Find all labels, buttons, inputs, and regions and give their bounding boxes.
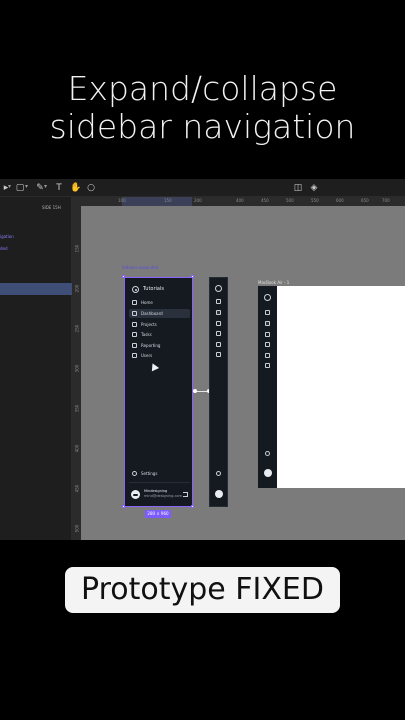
ruler-tick: 650 [361, 198, 369, 203]
chevron-down-icon[interactable]: ▾ [44, 183, 47, 190]
expanded-sidebar-frame[interactable]: Tutorials Home Dashboard Projects Tasks … [124, 277, 193, 507]
users-icon [132, 353, 137, 358]
nav-item-label: Tasks [141, 332, 152, 337]
tasks-icon[interactable] [216, 331, 221, 336]
layers-panel: SIDE 15H igation ded [0, 197, 72, 540]
ruler-tick: 450 [74, 484, 80, 493]
home-icon [132, 300, 137, 305]
flag-icon[interactable] [216, 342, 221, 347]
ruler-tick: 600 [336, 198, 344, 203]
toolbar: ▸ ▾ ▢ ▾ ✎ ▾ T ✋ ○ ◫ ◈ [0, 179, 405, 197]
ruler-tick: 200 [194, 198, 202, 203]
ruler-tick: 450 [261, 198, 269, 203]
logo-icon [215, 285, 222, 292]
ruler-tick: 400 [236, 198, 244, 203]
text-tool-icon[interactable]: T [54, 183, 64, 193]
component-icon[interactable]: ◫ [293, 183, 303, 193]
collapsed-sidebar-frame[interactable] [209, 277, 228, 507]
sidebar-title: Tutorials [143, 286, 164, 292]
selected-layer-row[interactable] [0, 283, 72, 295]
chevron-down-icon[interactable]: ▾ [25, 183, 28, 190]
settings-link[interactable]: Settings [141, 471, 157, 476]
nav-item-tasks[interactable]: Tasks [129, 330, 190, 339]
nav-item-projects[interactable]: Projects [129, 320, 190, 329]
dashboard-icon[interactable] [265, 321, 270, 326]
logout-icon[interactable] [183, 492, 188, 497]
nav-item-dashboard[interactable]: Dashboard [129, 309, 190, 318]
ruler-tick: 400 [74, 444, 80, 453]
tasks-icon[interactable] [265, 342, 270, 347]
macbook-frame[interactable] [258, 286, 405, 488]
ruler-tick: 500 [74, 524, 80, 533]
nav-item-label: Dashboard [141, 311, 163, 316]
avatar[interactable] [264, 469, 272, 477]
flag-icon [132, 343, 137, 348]
macbook-sidebar [258, 286, 277, 488]
dashboard-icon[interactable] [216, 310, 221, 315]
ruler-selection-highlight [122, 197, 192, 206]
nav-item-label: Home [141, 300, 153, 305]
ruler-tick: 150 [164, 198, 172, 203]
ruler-tick: 250 [74, 324, 80, 333]
comment-tool-icon[interactable]: ○ [86, 183, 96, 193]
selection-handle[interactable] [122, 505, 125, 508]
users-icon[interactable] [265, 363, 270, 368]
user-info: Mindesigning mind@designing.com [144, 489, 182, 499]
avatar[interactable] [131, 490, 140, 499]
ruler-tick: 350 [74, 404, 80, 413]
ruler-tick: 300 [74, 364, 80, 373]
flag-icon[interactable] [265, 353, 270, 358]
user-email: mind@designing.com [144, 494, 182, 498]
projects-icon [132, 322, 137, 327]
chevron-down-icon[interactable]: ▾ [8, 183, 11, 190]
divider [129, 482, 190, 483]
ruler-tick: 500 [286, 198, 294, 203]
ruler-left: 150 200 250 300 350 400 450 500 [72, 206, 81, 540]
frame-tool-icon[interactable]: ▢ [15, 183, 25, 193]
logo-icon [264, 294, 271, 301]
tasks-icon [132, 332, 137, 337]
ruler-top: 100 150 200 400 450 500 550 600 650 700 [72, 197, 405, 206]
dashboard-icon [132, 311, 137, 316]
connector-start-dot[interactable] [193, 389, 197, 393]
selection-handle[interactable] [191, 275, 194, 278]
projects-icon[interactable] [216, 321, 221, 326]
nav-item-home[interactable]: Home [129, 298, 190, 307]
macbook-frame-label[interactable]: MacBook Air - 1 [258, 280, 289, 285]
avatar[interactable] [215, 490, 223, 498]
selection-handle[interactable] [191, 505, 194, 508]
projects-icon[interactable] [265, 332, 270, 337]
ruler-tick: 700 [382, 198, 390, 203]
nav-item-label: Reporting [141, 343, 161, 348]
layer-item[interactable]: igation [0, 234, 14, 239]
nav-item-users[interactable]: Users [129, 351, 190, 360]
ruler-tick: 100 [118, 198, 126, 203]
nav-item-label: Users [141, 353, 153, 358]
ruler-tick: 200 [74, 284, 80, 293]
layer-item[interactable]: ded [0, 246, 8, 251]
frame-label[interactable]: Sidebar expanded [122, 265, 158, 270]
ruler-tick: 550 [311, 198, 319, 203]
panel-tab-label[interactable]: SIDE 15H [42, 205, 61, 210]
hand-tool-icon[interactable]: ✋ [70, 183, 81, 193]
home-icon[interactable] [216, 299, 221, 304]
gear-icon[interactable] [216, 471, 221, 476]
home-icon[interactable] [265, 310, 270, 315]
video-title-line-2: sidebar navigation [49, 107, 356, 146]
caption-overlay: Prototype FIXED [65, 567, 340, 613]
video-title-line-1: Expand/collapse [67, 69, 338, 108]
selection-handle[interactable] [122, 275, 125, 278]
ruler-tick: 150 [74, 244, 80, 253]
prototype-icon[interactable]: ◈ [309, 183, 319, 193]
logo-icon [132, 286, 139, 293]
gear-icon[interactable] [265, 451, 270, 456]
nav-item-reporting[interactable]: Reporting [129, 341, 190, 350]
dimensions-badge: 280 × 960 [145, 510, 171, 518]
nav-item-label: Projects [141, 322, 157, 327]
gear-icon [132, 471, 137, 476]
users-icon[interactable] [216, 352, 221, 357]
